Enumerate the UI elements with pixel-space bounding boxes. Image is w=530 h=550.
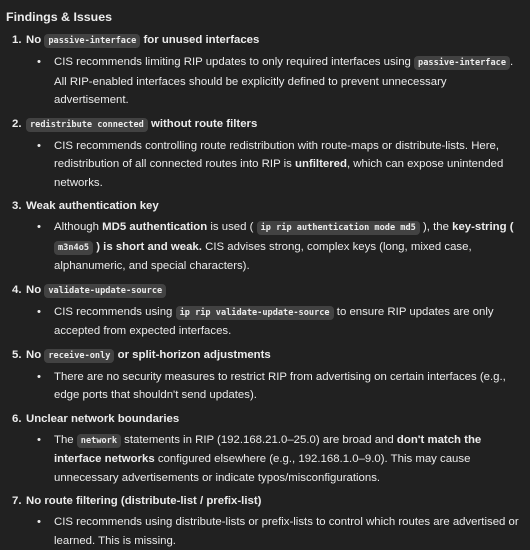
item-number: 4. <box>12 283 22 296</box>
bullet-dot-icon: • <box>37 516 41 528</box>
bullet-dot-icon: • <box>37 139 41 152</box>
text-run: is used ( <box>207 221 257 233</box>
bold-text: key-string ( <box>452 221 514 233</box>
bold-text: MD5 authentication <box>102 221 208 233</box>
bold-text: ) is short and weak. <box>93 240 202 253</box>
inline-code: validate-update-source <box>44 283 167 298</box>
text-run: No <box>26 34 45 46</box>
inline-code: receive-only <box>44 348 115 363</box>
bullet-item: • CIS recommends using ip rip validate-up… <box>6 303 522 341</box>
bold-text: unfiltered <box>295 158 347 170</box>
inline-code: passive-interface <box>44 34 141 48</box>
text-run: without route filters <box>147 117 258 130</box>
bullet-item: • CIS recommends using distribute-lists o… <box>6 513 522 550</box>
finding-title: 6. Unclear network boundaries <box>6 411 522 428</box>
bullet-item: • Although MD5 authentication is used ( i… <box>6 218 522 276</box>
text-run: CIS recommends using distribute-lists or… <box>54 516 519 547</box>
finding-title: 5. No receive-only or split-horizon adjus… <box>6 347 522 365</box>
text-run: No route filtering (distribute-list / pr… <box>26 495 262 507</box>
bullet-item: • CIS recommends controlling route redist… <box>6 137 522 193</box>
bullet-list: • There are no security measures to restr… <box>6 368 522 405</box>
finding-title: 1. No passive-interface for unused interf… <box>6 32 522 50</box>
item-number: 3. <box>12 200 22 212</box>
bullet-dot-icon: • <box>37 56 41 68</box>
finding-title: 4. No validate-update-source <box>6 282 522 300</box>
item-number: 7. <box>12 495 22 507</box>
item-number: 1. <box>12 34 22 46</box>
bullet-list: • CIS recommends using distribute-lists o… <box>6 513 522 550</box>
text-run: CIS recommends using <box>54 305 176 318</box>
bullet-item: • CIS recommends limiting RIP updates to … <box>6 53 522 110</box>
item-number: 5. <box>12 348 22 361</box>
finding-item: 4. No validate-update-source • CIS recommen… <box>6 282 522 341</box>
bullet-list: • Although MD5 authentication is used ( i… <box>6 218 522 276</box>
text-run: for unused interfaces <box>140 34 260 46</box>
finding-item: 3. Weak authentication key • Although MD5 a… <box>6 198 522 276</box>
bullet-dot-icon: • <box>37 221 41 233</box>
text-run: Unclear network boundaries <box>26 412 180 425</box>
inline-code: passive-interface <box>414 56 511 70</box>
inline-code: ip rip authentication mode md5 <box>256 221 420 235</box>
inline-code: network <box>76 433 122 448</box>
text-run: No <box>26 348 45 361</box>
bullet-list: • CIS recommends limiting RIP updates to … <box>6 53 522 110</box>
finding-item: 1. No passive-interface for unused interf… <box>6 32 522 110</box>
text-run: ), the <box>419 221 453 233</box>
bullet-dot-icon: • <box>37 305 41 318</box>
bullet-list: • CIS recommends using ip rip validate-up… <box>6 303 522 341</box>
findings-list: 1. No passive-interface for unused interf… <box>6 32 522 550</box>
findings-panel: Findings & Issues 1. No passive-interface… <box>0 0 530 550</box>
text-run: CIS recommends limiting RIP updates to o… <box>54 56 415 68</box>
finding-item: 2. redistribute connected without route f… <box>6 116 522 193</box>
bullet-item: • There are no security measures to restr… <box>6 368 522 405</box>
bullet-dot-icon: • <box>37 433 41 446</box>
inline-code: redistribute connected <box>26 117 148 132</box>
section-heading: Findings & Issues <box>6 10 113 24</box>
finding-item: 7. No route filtering (distribute-list / … <box>6 493 522 550</box>
bullet-dot-icon: • <box>37 370 41 383</box>
text-run: Although <box>54 221 103 233</box>
text-run: The <box>54 433 77 446</box>
finding-title: 3. Weak authentication key <box>6 198 522 215</box>
bullet-list: • The network statements in RIP (192.168.… <box>6 431 522 488</box>
finding-title: 7. No route filtering (distribute-list / … <box>6 493 522 510</box>
bullet-list: • CIS recommends controlling route redist… <box>6 137 522 193</box>
text-run: No <box>26 283 45 296</box>
item-number: 6. <box>12 412 22 425</box>
finding-item: 6. Unclear network boundaries • The network… <box>6 411 522 488</box>
text-run: There are no security measures to restri… <box>54 370 506 402</box>
finding-title: 2. redistribute connected without route f… <box>6 116 522 134</box>
inline-code: m3n4o5 <box>54 240 94 255</box>
bullet-item: • The network statements in RIP (192.168.… <box>6 431 522 488</box>
inline-code: ip rip validate-update-source <box>175 305 334 320</box>
text-run: statements in RIP (192.168.21.0–25.0) ar… <box>121 433 397 446</box>
item-number: 2. <box>12 117 22 130</box>
finding-item: 5. No receive-only or split-horizon adjus… <box>6 347 522 405</box>
text-run: Weak authentication key <box>26 200 159 212</box>
text-run: or split-horizon adjustments <box>114 348 271 361</box>
